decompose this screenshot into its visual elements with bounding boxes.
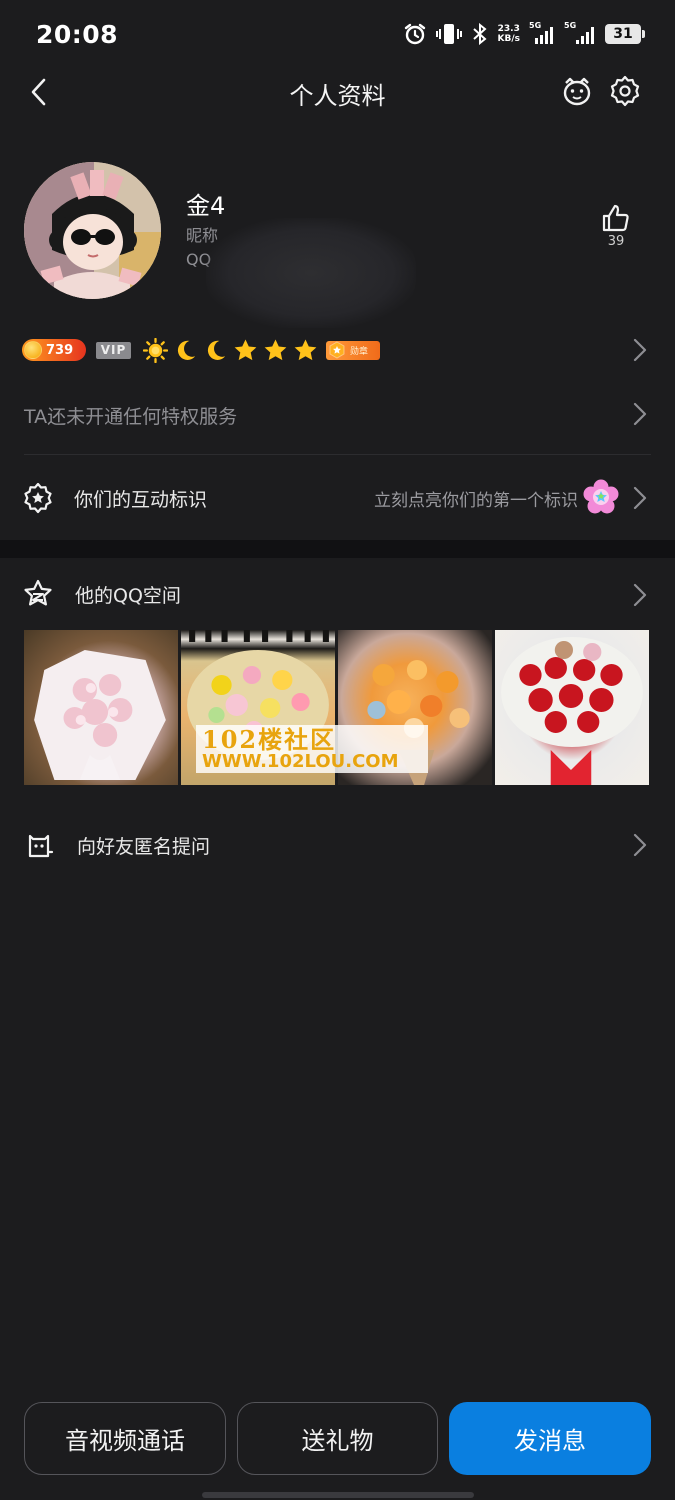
sun-icon <box>143 337 168 363</box>
gear-icon[interactable] <box>608 74 642 108</box>
av-call-button[interactable]: 音视频通话 <box>24 1402 226 1475</box>
qzone-photos: 102楼社区 WWW.102LOU.COM <box>24 630 649 785</box>
alarm-icon <box>404 23 425 45</box>
flower-icon <box>583 479 619 514</box>
star-icon <box>264 338 287 360</box>
vibrate-icon <box>435 24 462 44</box>
medal-icon <box>329 341 345 359</box>
send-gift-button[interactable]: 送礼物 <box>237 1402 438 1475</box>
chevron-right-icon[interactable] <box>632 582 648 608</box>
signal-icon-1: 5G <box>529 21 555 44</box>
avatar-illustration <box>24 162 161 299</box>
redacted-info <box>206 218 416 328</box>
signal-icon-2: 5G <box>564 21 596 44</box>
vip-badge: VIP <box>96 341 131 359</box>
medal-label: 勋章 <box>350 346 369 357</box>
signal-label-2: 5G <box>564 21 577 30</box>
moon-icon <box>207 340 226 360</box>
coin-icon <box>24 341 42 359</box>
thumbs-up-icon[interactable] <box>598 200 634 236</box>
chevron-right-icon[interactable] <box>632 832 648 858</box>
status-time: 20:08 <box>36 20 119 49</box>
watermark: 102楼社区 WWW.102LOU.COM <box>196 725 428 773</box>
network-speed-unit: KB/s <box>497 34 520 44</box>
chevron-right-icon[interactable] <box>632 485 648 511</box>
star-icon <box>294 338 317 360</box>
star-icon <box>234 338 257 360</box>
profile-name: 金4 <box>186 192 226 220</box>
qzone-label[interactable]: 他的QQ空间 <box>75 581 181 608</box>
moon-icon <box>177 340 196 360</box>
signal-label-1: 5G <box>529 21 542 30</box>
anonymous-question-icon <box>28 834 54 858</box>
interaction-hint[interactable]: 立刻点亮你们的第一个标识 <box>374 486 578 511</box>
battery-icon: 31 <box>605 24 645 44</box>
privilege-text[interactable]: TA还未开通任何特权服务 <box>24 402 237 429</box>
level-number: 739 <box>46 342 74 358</box>
qzone-star-icon <box>24 579 52 606</box>
badges-row[interactable]: 739 VIP 勋章 <box>22 336 380 364</box>
medal-badge: 勋章 <box>326 340 380 360</box>
status-icons: 23.3 KB/s 5G 5G 31 <box>403 21 645 46</box>
anonymous-question-label[interactable]: 向好友匿名提问 <box>77 832 210 859</box>
home-indicator[interactable] <box>202 1492 474 1498</box>
bluetooth-icon <box>472 23 487 45</box>
photo-thumbnail[interactable] <box>24 630 178 785</box>
chevron-right-icon[interactable] <box>632 337 648 363</box>
pet-icon[interactable] <box>560 74 594 108</box>
send-message-button[interactable]: 发消息 <box>449 1402 651 1475</box>
watermark-line2: WWW.102LOU.COM <box>202 751 399 772</box>
like-count: 39 <box>607 234 625 249</box>
badge-star-icon <box>24 482 52 514</box>
avatar[interactable] <box>24 162 161 299</box>
section-separator <box>0 540 675 558</box>
level-icons <box>143 337 318 363</box>
network-speed-value: 23.3 <box>497 24 520 34</box>
network-speed: 23.3 KB/s <box>498 24 520 44</box>
interaction-label[interactable]: 你们的互动标识 <box>74 485 207 512</box>
level-badge: 739 <box>22 339 86 361</box>
chevron-right-icon[interactable] <box>632 401 648 427</box>
divider <box>24 454 651 455</box>
watermark-line1: 102楼社区 <box>202 725 337 754</box>
photo-thumbnail[interactable] <box>495 630 649 785</box>
